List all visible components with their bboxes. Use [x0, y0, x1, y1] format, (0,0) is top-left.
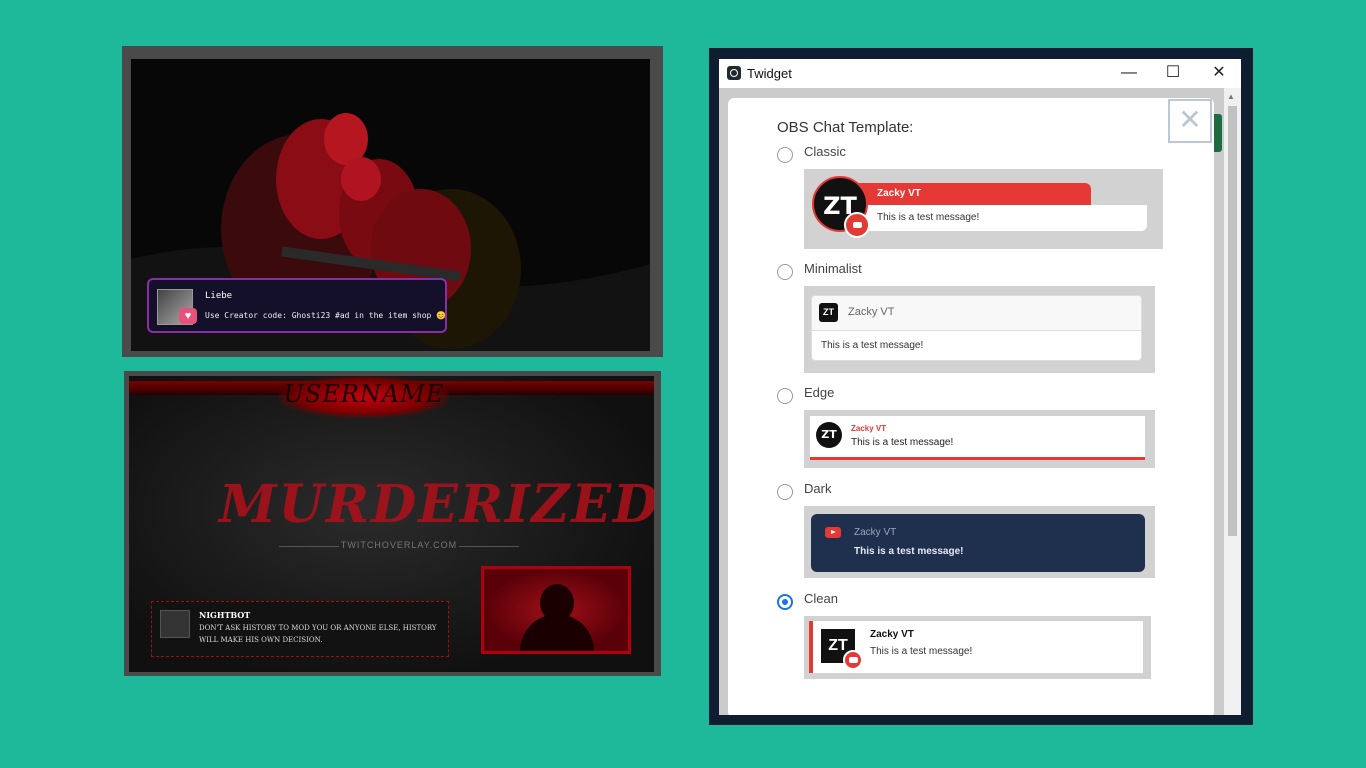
- avatar: [160, 610, 190, 638]
- preview-clean[interactable]: ZT Zacky VT This is a test message!: [804, 616, 1151, 679]
- app-icon: [727, 66, 741, 80]
- radio-edge[interactable]: [777, 388, 793, 404]
- preview-message: This is a test message!: [821, 340, 924, 351]
- card-header: ZT Zacky VT: [812, 296, 1141, 331]
- preview-username: Zacky VT: [848, 306, 895, 318]
- preview-message: This is a test message!: [877, 212, 980, 223]
- overlay-image: ♥ Liebe Use Creator code: Ghosti23 #ad i…: [131, 59, 650, 351]
- window-frame: Twidget — ☐ ✕ ▲ OBS Chat Template: Class…: [709, 48, 1253, 725]
- template-dialog: OBS Chat Template: Classic ZT Zacky VT T…: [728, 98, 1214, 715]
- radio-classic[interactable]: [777, 147, 793, 163]
- radio-clean[interactable]: [777, 594, 793, 610]
- avatar: ZT: [816, 422, 842, 448]
- preview-message: This is a test message!: [851, 437, 954, 448]
- option-label-classic: Classic: [804, 144, 846, 159]
- preview-message: This is a test message!: [870, 646, 973, 657]
- preview-classic[interactable]: ZT Zacky VT This is a test message!: [804, 169, 1163, 249]
- maximize-button[interactable]: ☐: [1153, 61, 1193, 85]
- person-silhouette-icon: [520, 614, 594, 651]
- minimize-button[interactable]: —: [1109, 61, 1149, 85]
- message-card: Zacky VT This is a test message!: [811, 514, 1145, 572]
- dialog-close-button[interactable]: ✕: [1168, 99, 1212, 143]
- background-panel-edge: [1213, 114, 1222, 152]
- title-bar: Twidget — ☐ ✕: [719, 59, 1241, 88]
- option-label-clean: Clean: [804, 591, 838, 606]
- youtube-icon: [843, 650, 863, 670]
- preview-message: This is a test message!: [854, 546, 964, 557]
- preview-username: Zacky VT: [854, 527, 897, 538]
- webcam-frame: [481, 566, 631, 654]
- chat-username: Liebe: [205, 291, 233, 301]
- message-card: ZT Zacky VT This is a test message!: [809, 621, 1143, 673]
- chat-username: NIGHTBOT: [199, 610, 251, 620]
- chat-message-text: Use Creator code: Ghosti23 #ad in the it…: [205, 311, 447, 320]
- chat-message-overlay: NIGHTBOT DON'T ASK HISTORY TO MOD YOU OR…: [151, 601, 449, 657]
- preview-dark[interactable]: Zacky VT This is a test message!: [804, 506, 1155, 578]
- preview-username: Zacky VT: [870, 629, 914, 640]
- preview-username: Zacky VT: [851, 424, 887, 433]
- chat-message-overlay: ♥ Liebe Use Creator code: Ghosti23 #ad i…: [147, 278, 447, 333]
- overlay-preview-parrots: ♥ Liebe Use Creator code: Ghosti23 #ad i…: [122, 46, 663, 357]
- option-label-minimalist: Minimalist: [804, 261, 862, 276]
- heart-icon: ♥: [179, 308, 197, 324]
- twidget-window: Twidget — ☐ ✕ ▲ OBS Chat Template: Class…: [719, 59, 1241, 715]
- overlay-title: MURDERIZED: [219, 474, 654, 535]
- option-label-edge: Edge: [804, 385, 835, 400]
- message-card: ZT Zacky VT This is a test message!: [811, 295, 1142, 361]
- youtube-icon: [844, 212, 870, 238]
- window-title: Twidget: [747, 66, 792, 81]
- close-button[interactable]: ✕: [1199, 61, 1239, 85]
- avatar: ZT: [819, 303, 838, 322]
- chat-message-text: DON'T ASK HISTORY TO MOD YOU OR ANYONE E…: [199, 624, 437, 644]
- message-card: ZT Zacky VT This is a test message!: [810, 416, 1145, 460]
- preview-minimalist[interactable]: ZT Zacky VT This is a test message!: [804, 286, 1155, 373]
- radio-minimalist[interactable]: [777, 264, 793, 280]
- radio-dark[interactable]: [777, 484, 793, 500]
- scroll-up-icon[interactable]: ▲: [1227, 92, 1235, 101]
- dialog-heading: OBS Chat Template:: [777, 119, 914, 136]
- preview-username: Zacky VT: [877, 188, 921, 199]
- preview-edge[interactable]: ZT Zacky VT This is a test message!: [804, 410, 1155, 468]
- banner-username: USERNAME: [283, 380, 445, 408]
- site-watermark: TWITCHOVERLAY.COM: [340, 540, 458, 550]
- option-label-dark: Dark: [804, 481, 832, 496]
- scrollbar-thumb[interactable]: [1228, 106, 1237, 536]
- overlay-image: USERNAME MURDERIZED TWITCHOVERLAY.COM NI…: [129, 376, 654, 672]
- overlay-preview-murderized: USERNAME MURDERIZED TWITCHOVERLAY.COM NI…: [124, 371, 661, 676]
- youtube-icon: [825, 527, 841, 538]
